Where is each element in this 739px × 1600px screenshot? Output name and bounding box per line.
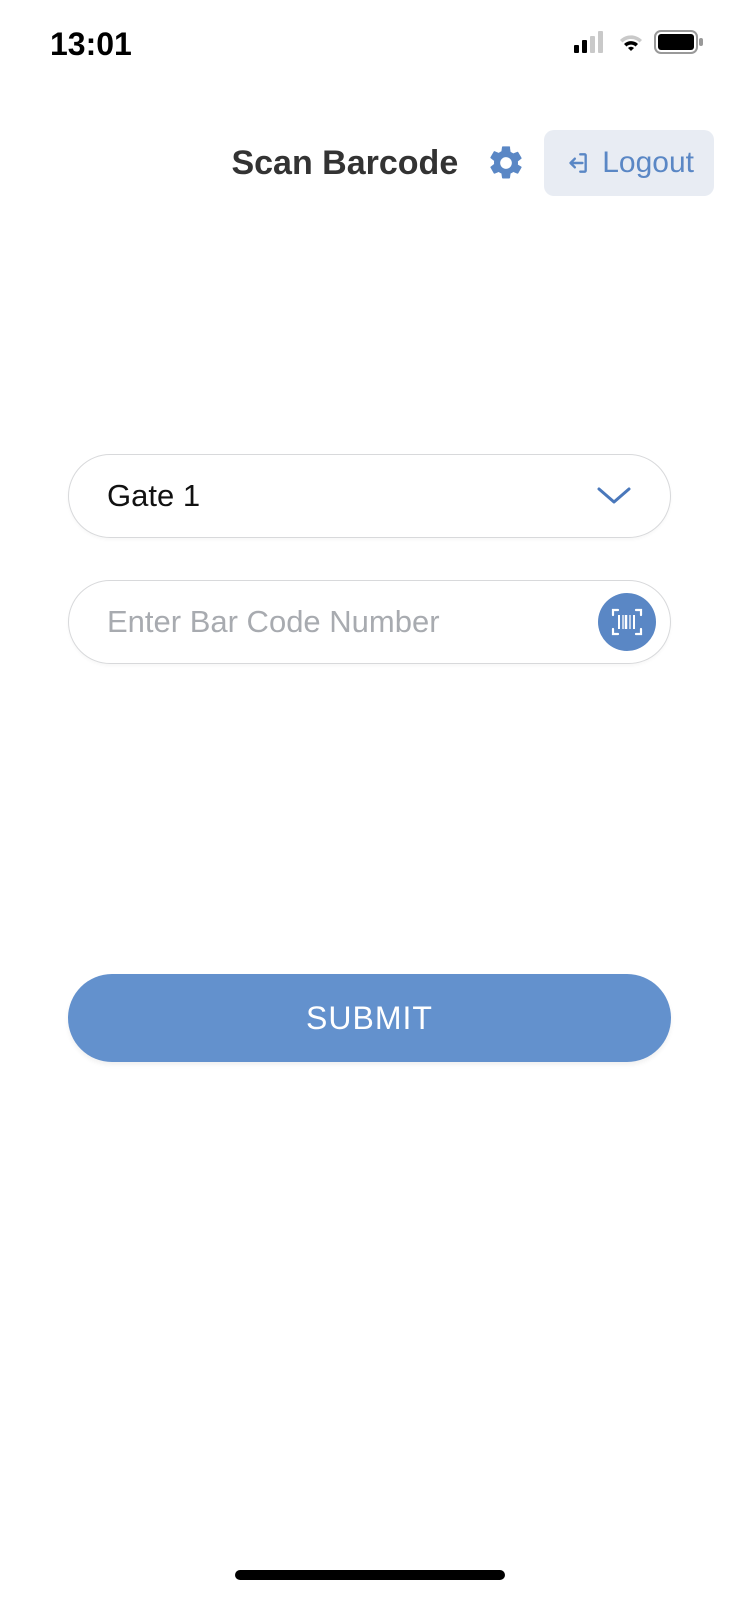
gear-icon (486, 143, 526, 183)
barcode-input-row (68, 580, 671, 664)
status-time: 13:01 (50, 26, 132, 63)
wifi-icon (616, 31, 646, 58)
chevron-down-icon (596, 486, 632, 506)
page-title: Scan Barcode (231, 144, 458, 183)
barcode-scan-icon (610, 605, 644, 639)
logout-label: Logout (602, 146, 694, 180)
logout-button[interactable]: Logout (544, 130, 714, 196)
status-bar: 13:01 (0, 0, 739, 70)
header: Scan Barcode Logout (0, 70, 739, 196)
main-content: Gate 1 SUBMIT (0, 454, 739, 1062)
scan-barcode-button[interactable] (598, 593, 656, 651)
status-icons-group (574, 30, 704, 59)
home-indicator[interactable] (235, 1570, 505, 1580)
gate-select-value: Gate 1 (107, 478, 200, 514)
logout-icon (564, 150, 590, 176)
submit-button[interactable]: SUBMIT (68, 974, 671, 1062)
cellular-signal-icon (574, 31, 608, 58)
gate-select[interactable]: Gate 1 (68, 454, 671, 538)
settings-button[interactable] (486, 143, 526, 183)
barcode-input[interactable] (107, 604, 598, 640)
battery-icon (654, 30, 704, 59)
